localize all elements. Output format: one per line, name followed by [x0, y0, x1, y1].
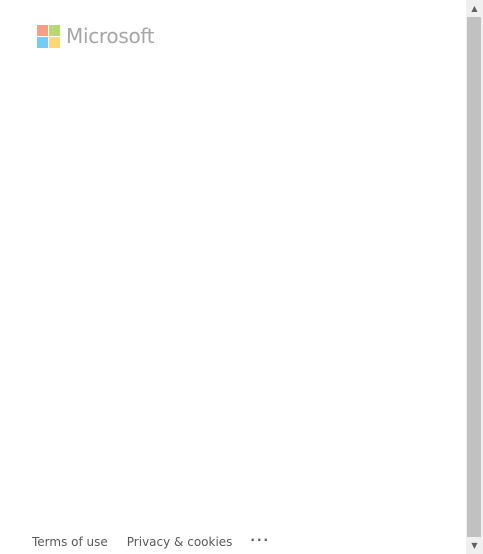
vertical-scrollbar[interactable]: ▲ ▼	[466, 0, 483, 554]
scroll-up-icon[interactable]: ▲	[466, 0, 483, 17]
logo-square-green	[49, 25, 60, 36]
footer: Terms of use Privacy & cookies ···	[32, 533, 270, 551]
microsoft-wordmark: Microsoft	[66, 24, 155, 48]
privacy-cookies-link[interactable]: Privacy & cookies	[127, 535, 233, 549]
scrollbar-thumb[interactable]	[467, 17, 481, 537]
page: Microsoft Terms of use Privacy & cookies…	[0, 0, 483, 554]
logo-square-yellow	[49, 37, 60, 48]
logo-square-blue	[37, 37, 48, 48]
more-options-icon[interactable]: ···	[250, 534, 270, 546]
scroll-down-icon[interactable]: ▼	[466, 537, 483, 554]
terms-of-use-link[interactable]: Terms of use	[32, 535, 108, 549]
microsoft-brand: Microsoft	[37, 24, 155, 48]
sign-in-content: Microsoft Terms of use Privacy & cookies…	[0, 0, 466, 554]
logo-square-red	[37, 25, 48, 36]
microsoft-logo-icon	[37, 25, 60, 48]
